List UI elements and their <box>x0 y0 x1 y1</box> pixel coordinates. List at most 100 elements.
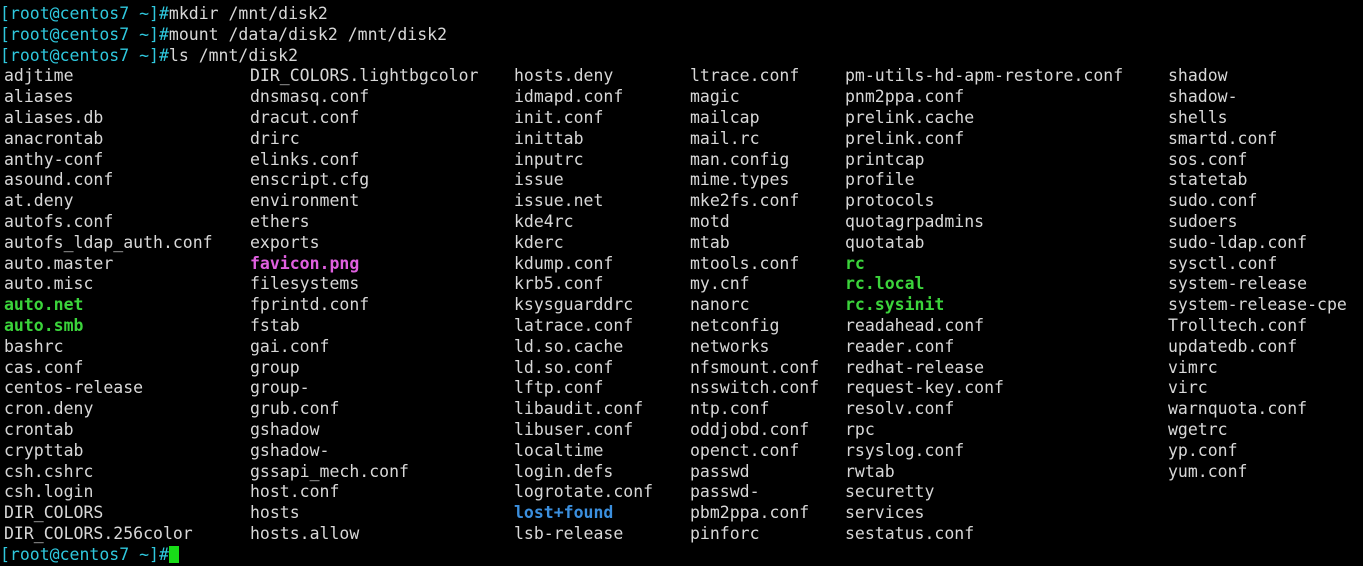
file-entry: profile <box>845 170 915 190</box>
file-entry: netconfig <box>690 316 780 335</box>
file-entry: sysctl.conf <box>1168 253 1278 273</box>
file-entry: bashrc <box>4 336 64 356</box>
file-entry: services <box>845 503 925 523</box>
file-entry: auto.misc <box>4 274 94 294</box>
file-entry: anthy-conf <box>4 149 104 169</box>
file-entry: drirc <box>250 128 300 148</box>
file-entry: csh.cshrc <box>4 461 94 481</box>
file-entry: sudo.conf <box>1168 191 1258 211</box>
file-entry: protocols <box>845 191 935 211</box>
file-entry: autofs_ldap_auth.conf <box>4 232 213 252</box>
history-line: [root@centos7 ~]#mount /data/disk2 /mnt/… <box>0 25 1363 46</box>
file-entry: auto.net <box>4 295 84 315</box>
file-entry: grub.conf <box>250 399 340 419</box>
file-entry: auto.master <box>4 253 114 273</box>
file-entry: fstab <box>250 316 300 335</box>
file-entry: kderc <box>514 232 564 252</box>
file-entry: at.deny <box>4 191 74 211</box>
file-entry: networks <box>690 336 770 356</box>
file-entry: aliases <box>4 87 74 107</box>
file-entry: mke2fs.conf <box>690 191 800 211</box>
file-entry: anacrontab <box>4 128 104 148</box>
file-entry: passwd <box>690 461 750 481</box>
file-entry: elinks.conf <box>250 149 360 169</box>
file-entry: hosts <box>250 503 300 523</box>
file-entry: dracut.conf <box>250 108 360 127</box>
file-entry: DIR_COLORS.lightbgcolor <box>250 66 479 86</box>
file-entry: shells <box>1168 108 1228 127</box>
file-entry: inittab <box>514 128 584 148</box>
file-entry: request-key.conf <box>845 378 1004 398</box>
file-entry: login.defs <box>514 461 614 481</box>
file-entry: ld.so.cache <box>514 336 624 356</box>
file-entry: issue <box>514 170 564 190</box>
file-entry: libaudit.conf <box>514 399 644 419</box>
file-entry: filesystems <box>250 274 360 294</box>
file-entry: mtab <box>690 232 730 252</box>
file-entry: pnm2ppa.conf <box>845 87 965 107</box>
file-entry: rc.local <box>845 274 925 294</box>
file-entry: nanorc <box>690 295 750 315</box>
file-entry: asound.conf <box>4 170 114 190</box>
file-entry: rsyslog.conf <box>845 440 965 460</box>
file-entry: dnsmasq.conf <box>250 87 370 107</box>
file-entry: yum.conf <box>1168 461 1248 481</box>
file-entry: hosts.deny <box>514 66 614 86</box>
file-entry: DIR_COLORS <box>4 503 104 523</box>
file-entry: gssapi_mech.conf <box>250 461 409 481</box>
file-entry: inputrc <box>514 149 584 169</box>
shell-prompt: [root@centos7 ~]# <box>0 45 169 65</box>
file-entry: gshadow- <box>250 440 330 460</box>
file-entry: host.conf <box>250 482 340 502</box>
file-entry: man.config <box>690 149 790 169</box>
terminal-window[interactable]: [root@centos7 ~]#mkdir /mnt/disk2 [root@c… <box>0 0 1363 564</box>
file-entry: rwtab <box>845 461 895 481</box>
file-entry: sudoers <box>1168 212 1238 231</box>
file-entry: rc.sysinit <box>845 295 945 315</box>
file-entry: magic <box>690 87 740 107</box>
current-prompt-line[interactable]: [root@centos7 ~]# <box>0 545 1363 566</box>
file-entry: lftp.conf <box>514 378 604 398</box>
file-entry: pm-utils-hd-apm-restore.conf <box>845 66 1124 86</box>
file-entry: ld.so.conf <box>514 357 614 377</box>
history-line: [root@centos7 ~]#ls /mnt/disk2 <box>0 46 1363 67</box>
file-entry: DIR_COLORS.256color <box>4 524 193 543</box>
file-entry: virc <box>1168 378 1208 398</box>
history-line: [root@centos7 ~]#mkdir /mnt/disk2 <box>0 4 1363 25</box>
command-text: ls /mnt/disk2 <box>168 45 299 65</box>
file-entry: hosts.allow <box>250 524 360 543</box>
shell-prompt: [root@centos7 ~]# <box>0 4 169 23</box>
file-entry: adjtime <box>4 66 74 86</box>
file-entry: rpc <box>845 420 875 439</box>
command-text: mount /data/disk2 /mnt/disk2 <box>168 24 448 44</box>
file-entry: sos.conf <box>1168 149 1248 169</box>
file-entry: group <box>250 357 300 377</box>
file-entry: localtime <box>514 440 604 460</box>
file-entry: mtools.conf <box>690 253 800 273</box>
file-entry: auto.smb <box>4 316 84 335</box>
file-entry: nfsmount.conf <box>690 357 820 377</box>
file-entry: cas.conf <box>4 357 84 377</box>
file-entry: aliases.db <box>4 108 104 127</box>
file-entry: rc <box>845 253 865 273</box>
file-entry: exports <box>250 232 320 252</box>
file-entry: lost+found <box>514 503 614 523</box>
file-entry: statetab <box>1168 170 1248 190</box>
file-entry: quotagrpadmins <box>845 212 985 231</box>
file-entry: yp.conf <box>1168 440 1238 460</box>
file-entry: centos-release <box>4 378 144 398</box>
file-entry: quotatab <box>845 232 925 252</box>
file-entry: cron.deny <box>4 399 94 419</box>
file-entry: libuser.conf <box>514 420 634 439</box>
file-entry: ethers <box>250 212 310 231</box>
shell-prompt: [root@centos7 ~]# <box>0 544 169 564</box>
file-entry: fprintd.conf <box>250 295 370 315</box>
file-entry: sudo-ldap.conf <box>1168 232 1308 252</box>
file-entry: pbm2ppa.conf <box>690 503 810 523</box>
file-entry: latrace.conf <box>514 316 634 335</box>
file-entry: mailcap <box>690 108 760 127</box>
file-entry: kde4rc <box>514 212 574 231</box>
file-entry: logrotate.conf <box>514 482 654 502</box>
file-entry: openct.conf <box>690 440 800 460</box>
file-entry: vimrc <box>1168 357 1218 377</box>
